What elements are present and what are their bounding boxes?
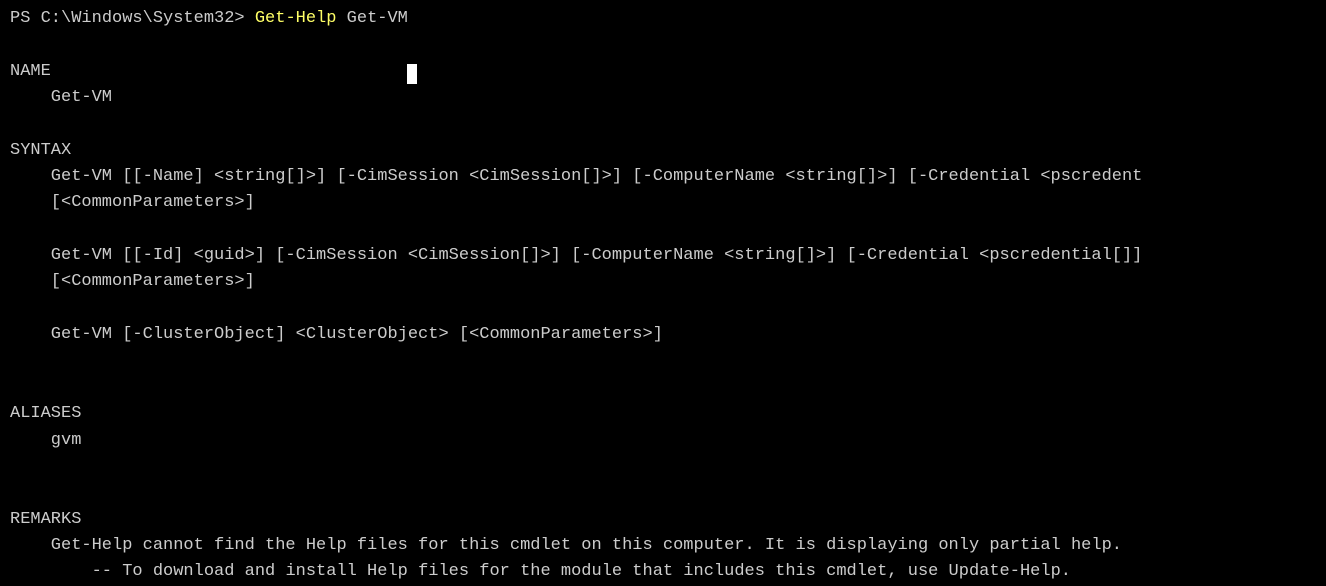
aliases-section-header: ALIASES	[10, 401, 1316, 427]
blank-line	[10, 348, 1316, 374]
syntax-line: [<CommonParameters>]	[10, 269, 1316, 295]
remarks-section-header: REMARKS	[10, 507, 1316, 533]
command-argument: Get-VM	[336, 9, 407, 28]
blank-line	[10, 480, 1316, 506]
blank-line	[10, 32, 1316, 58]
terminal-output[interactable]: PS C:\Windows\System32> Get-Help Get-VM …	[10, 6, 1316, 586]
prompt-prefix: PS C:\Windows\System32>	[10, 9, 255, 28]
remarks-line: -- To download and install Help files fo…	[10, 559, 1316, 585]
aliases-value: gvm	[10, 428, 1316, 454]
blank-line	[10, 296, 1316, 322]
name-section-header: NAME	[10, 59, 1316, 85]
cursor	[407, 64, 417, 84]
prompt-line: PS C:\Windows\System32> Get-Help Get-VM	[10, 6, 1316, 32]
blank-line	[10, 454, 1316, 480]
blank-line	[10, 375, 1316, 401]
syntax-line: Get-VM [[-Name] <string[]>] [-CimSession…	[10, 164, 1316, 190]
command-name: Get-Help	[255, 9, 337, 28]
syntax-line: Get-VM [[-Id] <guid>] [-CimSession <CimS…	[10, 243, 1316, 269]
name-value: Get-VM	[10, 85, 1316, 111]
syntax-section-header: SYNTAX	[10, 138, 1316, 164]
syntax-line: [<CommonParameters>]	[10, 190, 1316, 216]
blank-line	[10, 111, 1316, 137]
blank-line	[10, 217, 1316, 243]
syntax-line: Get-VM [-ClusterObject] <ClusterObject> …	[10, 322, 1316, 348]
remarks-line: Get-Help cannot find the Help files for …	[10, 533, 1316, 559]
